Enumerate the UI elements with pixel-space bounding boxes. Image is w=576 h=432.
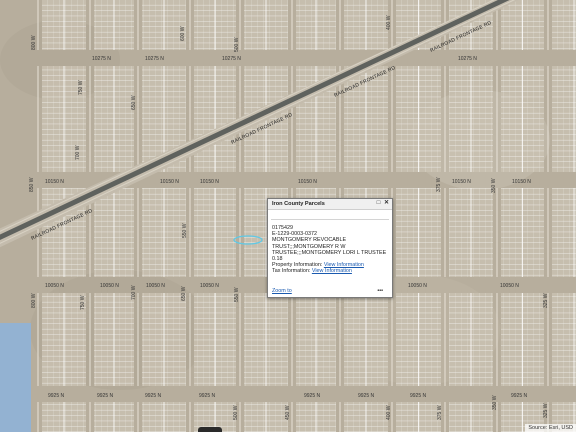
street-label-500w-a: 500 W xyxy=(234,37,240,52)
water-area xyxy=(0,323,31,432)
street-label-10050-d: 10050 N xyxy=(200,283,219,289)
street-label-450w: 450 W xyxy=(285,405,291,420)
street-label-9925-g: 9925 N xyxy=(410,393,427,399)
tax-info-label: Tax Information: xyxy=(272,268,311,275)
street-label-400w-a: 400 W xyxy=(386,15,392,30)
street-label-350w-a: 350 W xyxy=(491,178,497,193)
popup-header: Iron County Parcels □ ✕ xyxy=(268,199,392,210)
street-label-700w-a: 700 W xyxy=(75,145,81,160)
street-label-10150-d: 10150 N xyxy=(298,179,317,185)
street-label-10275-c: 10275 N xyxy=(222,56,241,62)
popup-title: Iron County Parcels xyxy=(272,201,325,207)
street-label-10150-c: 10150 N xyxy=(200,179,219,185)
popup-content: 0175429 E-1229-0003-0372 MONTGOMERY REVO… xyxy=(272,225,388,275)
owner-line-3: TRUSTEE;;;MONTGOMERY LORI L TRUSTEE xyxy=(272,249,387,256)
street-label-700w-b: 700 W xyxy=(131,285,137,300)
tax-info-link[interactable]: View Information xyxy=(312,268,352,274)
zoom-to-link[interactable]: Zoom to xyxy=(272,288,292,294)
street-label-500w-b: 500 W xyxy=(233,405,239,420)
street-label-10150-a: 10150 N xyxy=(45,179,64,185)
street-label-550w-b: 550 W xyxy=(234,287,240,302)
street-label-10050-c: 10050 N xyxy=(146,283,165,289)
popup-divider xyxy=(271,219,389,220)
street-label-9925-a: 9925 N xyxy=(48,393,65,399)
street-label-650w-b: 650 W xyxy=(181,286,187,301)
street-label-800w-b: 800 W xyxy=(31,293,37,308)
street-label-10050-a: 10050 N xyxy=(45,283,64,289)
parcel-block xyxy=(552,293,576,386)
street-label-10275-a: 10275 N xyxy=(92,56,111,62)
property-info-link[interactable]: View Information xyxy=(324,262,364,268)
street-label-9925-d: 9925 N xyxy=(199,393,216,399)
street-label-10150-b: 10150 N xyxy=(160,179,179,185)
street-label-10275-d: 10275 N xyxy=(458,56,477,62)
street-label-600w: 600 W xyxy=(180,26,186,41)
tax-info-row: Tax Information: View Information xyxy=(272,268,388,274)
street-label-550w-a: 550 W xyxy=(182,223,188,238)
panel-toggle-handle[interactable] xyxy=(198,427,222,432)
street-label-10275-b: 10275 N xyxy=(145,56,164,62)
street-label-850w: 850 W xyxy=(29,177,35,192)
street-label-400w-b: 400 W xyxy=(386,405,392,420)
street-label-9925-c: 9925 N xyxy=(145,393,162,399)
close-icon[interactable]: ✕ xyxy=(383,200,390,207)
street-label-800w-a: 800 W xyxy=(31,35,37,50)
street-label-325w-a: 325 W xyxy=(543,293,549,308)
street-label-10050-f: 10050 N xyxy=(500,283,519,289)
street-label-325w-b: 325 W xyxy=(543,403,549,418)
map-attribution: Source: Esri, USD xyxy=(525,424,576,432)
maximize-icon[interactable]: □ xyxy=(375,200,382,207)
property-info-label: Property Information: xyxy=(272,262,323,269)
street-label-650w-a: 650 W xyxy=(131,95,137,110)
street-label-375w-b: 375 W xyxy=(437,405,443,420)
street-label-375w-a: 375 W xyxy=(436,177,442,192)
street-label-9925-b: 9925 N xyxy=(97,393,114,399)
street-label-9925-h: 9925 N xyxy=(511,393,528,399)
parcel-block xyxy=(552,0,576,50)
street-label-750w-a: 750 W xyxy=(78,80,84,95)
street-label-10050-b: 10050 N xyxy=(100,283,119,289)
street-label-10150-f: 10150 N xyxy=(512,179,531,185)
more-actions-button[interactable]: ••• xyxy=(377,288,383,294)
parcel-popup: Iron County Parcels □ ✕ 0175429 E-1229-0… xyxy=(267,198,393,298)
street-label-750w-b: 750 W xyxy=(80,295,86,310)
street-label-10150-e: 10150 N xyxy=(452,179,471,185)
street-label-350w-b: 350 W xyxy=(492,395,498,410)
street-label-10050-e: 10050 N xyxy=(408,283,427,289)
street-label-9925-e: 9925 N xyxy=(304,393,321,399)
parcel-block xyxy=(552,188,576,277)
parcel-block xyxy=(552,66,576,172)
street-label-9925-f: 9925 N xyxy=(358,393,375,399)
